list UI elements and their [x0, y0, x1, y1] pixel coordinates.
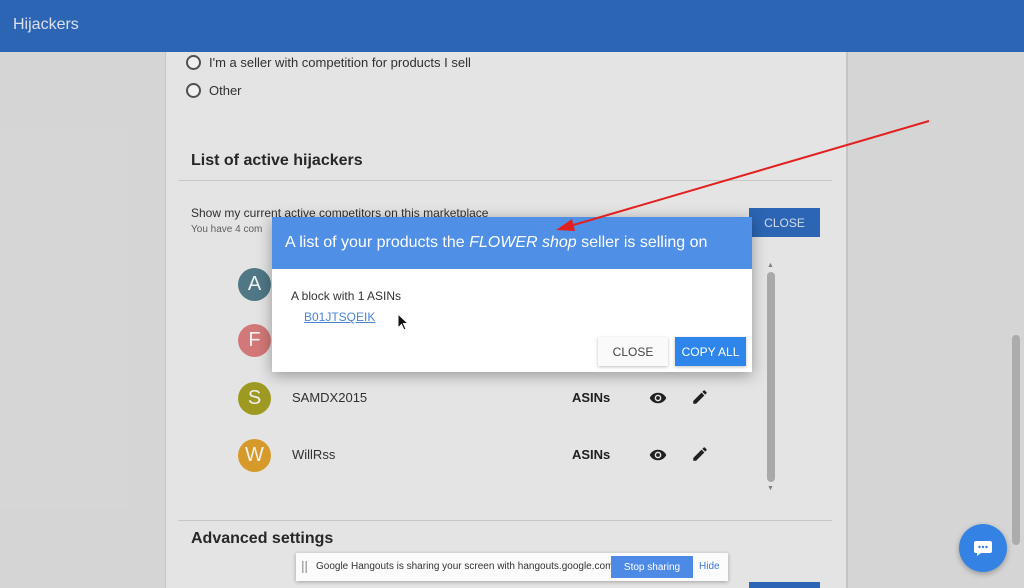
mouse-cursor-icon — [397, 313, 409, 331]
asin-list-dialog: A list of your products the FLOWER shop … — [272, 217, 752, 372]
dialog-close-button[interactable]: CLOSE — [598, 337, 668, 366]
drag-handle-icon[interactable] — [302, 561, 308, 573]
dialog-title: A list of your products the FLOWER shop … — [272, 217, 752, 269]
dialog-title-prefix: A list of your products the — [285, 234, 470, 251]
copy-all-button[interactable]: COPY ALL — [675, 337, 746, 366]
chat-icon — [974, 541, 992, 556]
chat-button[interactable] — [959, 524, 1007, 572]
hide-share-bar-link[interactable]: Hide — [699, 561, 720, 572]
seller-name: FLOWER shop — [469, 234, 577, 251]
asin-block-label: A block with 1 ASINs — [291, 289, 402, 303]
share-status-text: Google Hangouts is sharing your screen w… — [316, 561, 617, 572]
asin-link[interactable]: B01JTSQEIK — [304, 310, 375, 324]
dialog-title-suffix: seller is selling on — [576, 234, 708, 251]
stop-sharing-button[interactable]: Stop sharing — [611, 556, 693, 578]
screen-share-bar: Google Hangouts is sharing your screen w… — [296, 553, 728, 581]
